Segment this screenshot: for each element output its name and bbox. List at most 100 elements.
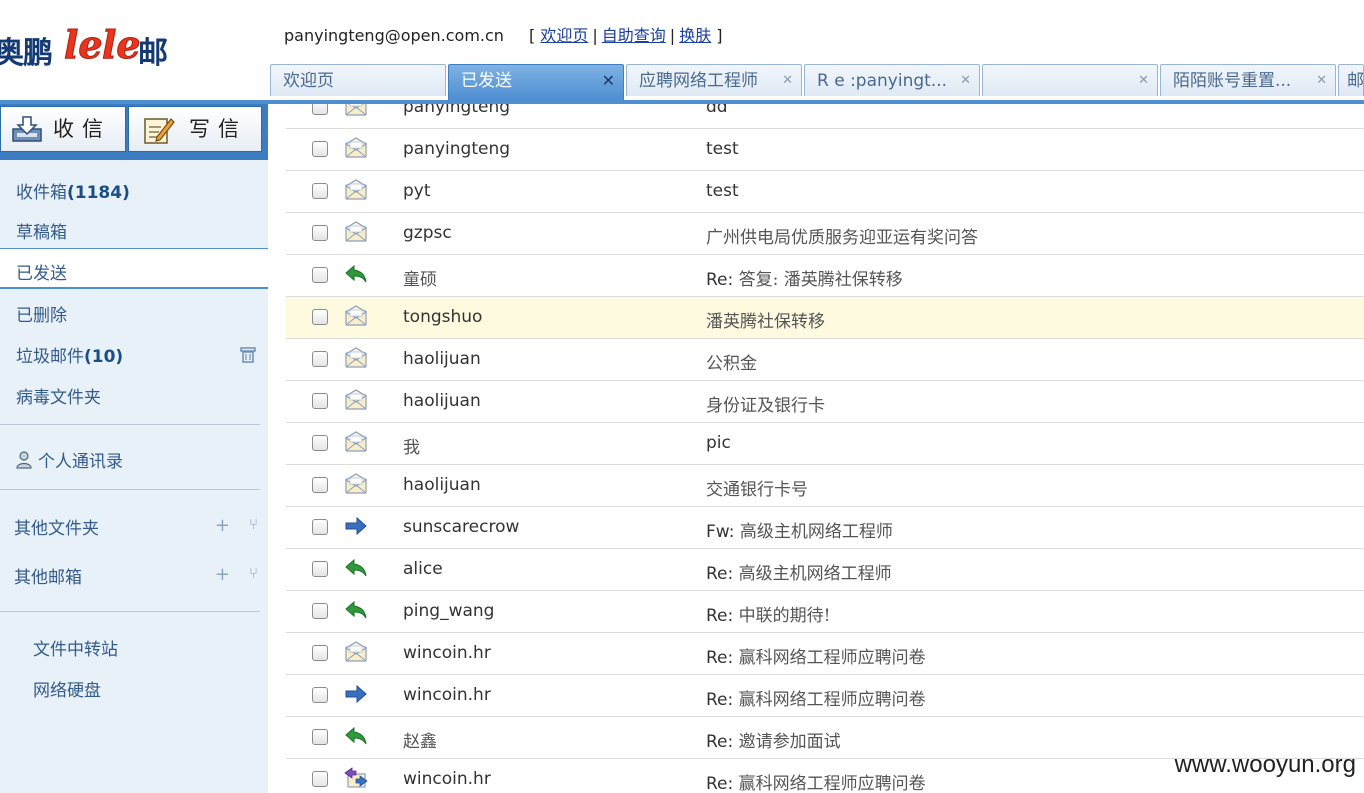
mail-sender[interactable]: wincoin.hr — [403, 769, 491, 789]
add-mailbox-icon[interactable]: + — [215, 564, 230, 585]
select-checkbox[interactable] — [312, 771, 328, 787]
write-button[interactable]: 写信 — [128, 106, 262, 152]
tab-mail-job-application[interactable]: 应聘网络工程师 ✕ — [626, 64, 802, 96]
mail-row[interactable]: wincoin.hr Re: 赢科网络工程师应聘问卷 — [286, 633, 1364, 675]
mail-sender[interactable]: panyingteng — [403, 139, 510, 159]
manage-mailbox-icon[interactable]: ⑂ — [249, 564, 258, 582]
self-query-link[interactable]: 自助查询 — [602, 26, 666, 45]
mail-row[interactable]: gzpsc 广州供电局优质服务迎亚运有奖问答 — [286, 213, 1364, 255]
tab-welcome[interactable]: 欢迎页 — [270, 64, 446, 96]
mail-row[interactable]: 我 pic — [286, 423, 1364, 465]
mail-subject[interactable]: 身份证及银行卡 — [706, 391, 825, 416]
mail-sender[interactable]: pyt — [403, 181, 431, 201]
mail-subject[interactable]: Re: 赢科网络工程师应聘问卷 — [706, 643, 926, 668]
select-checkbox[interactable] — [312, 309, 328, 325]
select-checkbox[interactable] — [312, 687, 328, 703]
select-checkbox[interactable] — [312, 729, 328, 745]
select-checkbox[interactable] — [312, 393, 328, 409]
manage-folder-icon[interactable]: ⑂ — [249, 515, 258, 533]
mail-subject[interactable]: pic — [706, 433, 731, 453]
close-icon[interactable]: ✕ — [782, 65, 793, 96]
mail-subject[interactable]: Re: 邀请参加面试 — [706, 727, 841, 752]
mail-sender[interactable]: haolijuan — [403, 349, 481, 369]
mail-row[interactable]: sunscarecrow Fw: 高级主机网络工程师 — [286, 507, 1364, 549]
net-disk-link[interactable]: 网络硬盘 — [33, 676, 101, 701]
mail-row[interactable]: panyingteng test — [286, 129, 1364, 171]
select-checkbox[interactable] — [312, 183, 328, 199]
select-checkbox[interactable] — [312, 435, 328, 451]
select-checkbox[interactable] — [312, 104, 328, 115]
mail-row[interactable]: ping_wang Re: 中联的期待! — [286, 591, 1364, 633]
mail-sender[interactable]: sunscarecrow — [403, 517, 519, 537]
receive-button[interactable]: 收信 — [0, 106, 126, 152]
mail-subject[interactable]: Re: 赢科网络工程师应聘问卷 — [706, 769, 926, 793]
mail-sender[interactable]: wincoin.hr — [403, 643, 491, 663]
mail-subject[interactable]: Re: 中联的期待! — [706, 601, 830, 626]
mail-row[interactable]: pyt test — [286, 171, 1364, 213]
close-icon[interactable]: ✕ — [1316, 65, 1327, 96]
folder-virus[interactable]: 病毒文件夹 — [16, 383, 101, 408]
mail-row[interactable]: panyingteng dd — [286, 104, 1364, 129]
mail-sender[interactable]: 赵鑫 — [403, 727, 437, 752]
mail-sender[interactable]: panyingteng — [403, 104, 510, 117]
mail-sender[interactable]: wincoin.hr — [403, 685, 491, 705]
tab-mail-overflow[interactable]: 邮 — [1338, 64, 1364, 96]
mail-row[interactable]: haolijuan 交通银行卡号 — [286, 465, 1364, 507]
mail-subject[interactable]: test — [706, 181, 739, 201]
select-checkbox[interactable] — [312, 477, 328, 493]
mail-subject[interactable]: 潘英腾社保转移 — [706, 307, 825, 332]
mail-subject[interactable]: dd — [706, 104, 728, 117]
mail-sender[interactable]: gzpsc — [403, 223, 452, 243]
select-checkbox[interactable] — [312, 603, 328, 619]
mail-sender[interactable]: 我 — [403, 433, 420, 458]
mail-subject[interactable]: 交通银行卡号 — [706, 475, 808, 500]
mail-row[interactable]: tongshuo 潘英腾社保转移 — [286, 297, 1364, 339]
folder-inbox[interactable]: 收件箱(1184) — [16, 178, 130, 203]
mail-subject[interactable]: 公积金 — [706, 349, 757, 374]
select-checkbox[interactable] — [312, 225, 328, 241]
other-folders-item[interactable]: 其他文件夹 — [14, 514, 99, 539]
file-transfer-link[interactable]: 文件中转站 — [33, 635, 118, 660]
mail-row[interactable]: haolijuan 身份证及银行卡 — [286, 381, 1364, 423]
close-icon[interactable]: ✕ — [602, 65, 615, 97]
mail-subject[interactable]: Re: 赢科网络工程师应聘问卷 — [706, 685, 926, 710]
mail-sender[interactable]: 童硕 — [403, 265, 437, 290]
folder-deleted[interactable]: 已删除 — [16, 301, 67, 326]
mail-subject[interactable]: Re: 答复: 潘英腾社保转移 — [706, 265, 903, 290]
select-checkbox[interactable] — [312, 351, 328, 367]
mail-subject[interactable]: Re: 高级主机网络工程师 — [706, 559, 892, 584]
select-checkbox[interactable] — [312, 141, 328, 157]
change-skin-link[interactable]: 换肤 — [679, 26, 711, 45]
mail-sender[interactable]: haolijuan — [403, 391, 481, 411]
empty-trash-icon[interactable] — [240, 346, 256, 364]
mail-sender[interactable]: tongshuo — [403, 307, 482, 327]
close-icon[interactable]: ✕ — [960, 65, 971, 96]
tab-sent[interactable]: 已发送 ✕ — [448, 64, 624, 100]
mail-sender[interactable]: alice — [403, 559, 443, 579]
user-email: panyingteng@open.com.cn — [284, 26, 504, 45]
mail-sender[interactable]: haolijuan — [403, 475, 481, 495]
mail-sender[interactable]: ping_wang — [403, 601, 494, 621]
folder-sent[interactable]: 已发送 — [0, 249, 268, 287]
mail-subject[interactable]: Fw: 高级主机网络工程师 — [706, 517, 893, 542]
select-checkbox[interactable] — [312, 561, 328, 577]
folder-drafts[interactable]: 草稿箱 — [16, 218, 67, 243]
mail-row[interactable]: 童硕 Re: 答复: 潘英腾社保转移 — [286, 255, 1364, 297]
welcome-link[interactable]: 欢迎页 — [540, 26, 588, 45]
other-mailboxes-item[interactable]: 其他邮箱 — [14, 563, 82, 588]
add-folder-icon[interactable]: + — [215, 515, 230, 536]
tab-mail-re-panyingt[interactable]: R e :panyingt... ✕ — [804, 64, 980, 96]
contacts-link[interactable]: 个人通讯录 — [16, 447, 123, 472]
mail-subject[interactable]: 广州供电局优质服务迎亚运有奖问答 — [706, 223, 978, 248]
select-checkbox[interactable] — [312, 519, 328, 535]
mail-subject[interactable]: test — [706, 139, 739, 159]
mail-row[interactable]: wincoin.hr Re: 赢科网络工程师应聘问卷 — [286, 675, 1364, 717]
select-checkbox[interactable] — [312, 645, 328, 661]
select-checkbox[interactable] — [312, 267, 328, 283]
close-icon[interactable]: ✕ — [1138, 65, 1149, 96]
mail-row[interactable]: alice Re: 高级主机网络工程师 — [286, 549, 1364, 591]
tab-mail-momo-reset[interactable]: 陌陌账号重置... ✕ — [1160, 64, 1336, 96]
tab-mail-untitled[interactable]: ✕ — [982, 64, 1158, 96]
mail-row[interactable]: haolijuan 公积金 — [286, 339, 1364, 381]
folder-spam[interactable]: 垃圾邮件(10) — [16, 342, 256, 367]
